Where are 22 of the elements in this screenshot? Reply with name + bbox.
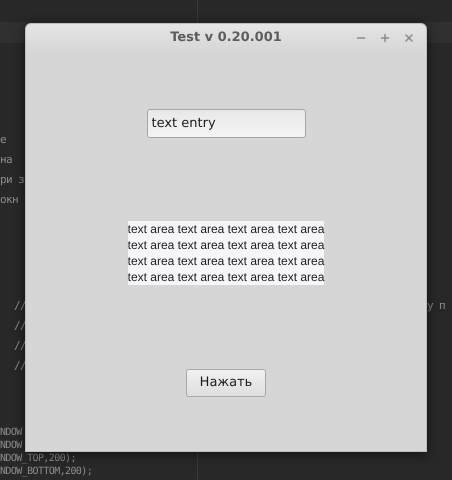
code-line: у п xyxy=(427,298,446,314)
text-area-line: text area text area text area text area xyxy=(128,237,324,253)
code-line: // xyxy=(14,338,26,354)
code-line: NDOW_BOTTOM,200); xyxy=(0,465,92,478)
code-line: // xyxy=(14,318,26,334)
text-area[interactable]: text area text area text area text area text area text area text area text area text area text area text area text area text area text area text area text area xyxy=(128,221,324,285)
code-line: // xyxy=(14,298,26,314)
code-line: NDOW_TOP,200); xyxy=(0,452,76,465)
code-line: // xyxy=(14,358,26,374)
text-area-line: text area text area text area text area xyxy=(128,253,324,269)
code-line: на xyxy=(0,152,12,168)
text-area-line: text area text area text area text area xyxy=(128,269,324,285)
code-line: ри з xyxy=(0,172,24,188)
code-line: NDOW xyxy=(0,426,22,439)
code-line: NDOW xyxy=(0,439,22,452)
push-button[interactable]: Нажать xyxy=(186,369,266,397)
window-title: Test v 0.20.001 xyxy=(170,29,282,48)
code-line: е xyxy=(0,132,6,148)
text-entry-field[interactable]: text entry xyxy=(146,109,306,138)
text-area-line: text area text area text area text area xyxy=(128,221,324,237)
maximize-icon[interactable] xyxy=(378,31,392,45)
code-line: окн xyxy=(0,192,18,208)
